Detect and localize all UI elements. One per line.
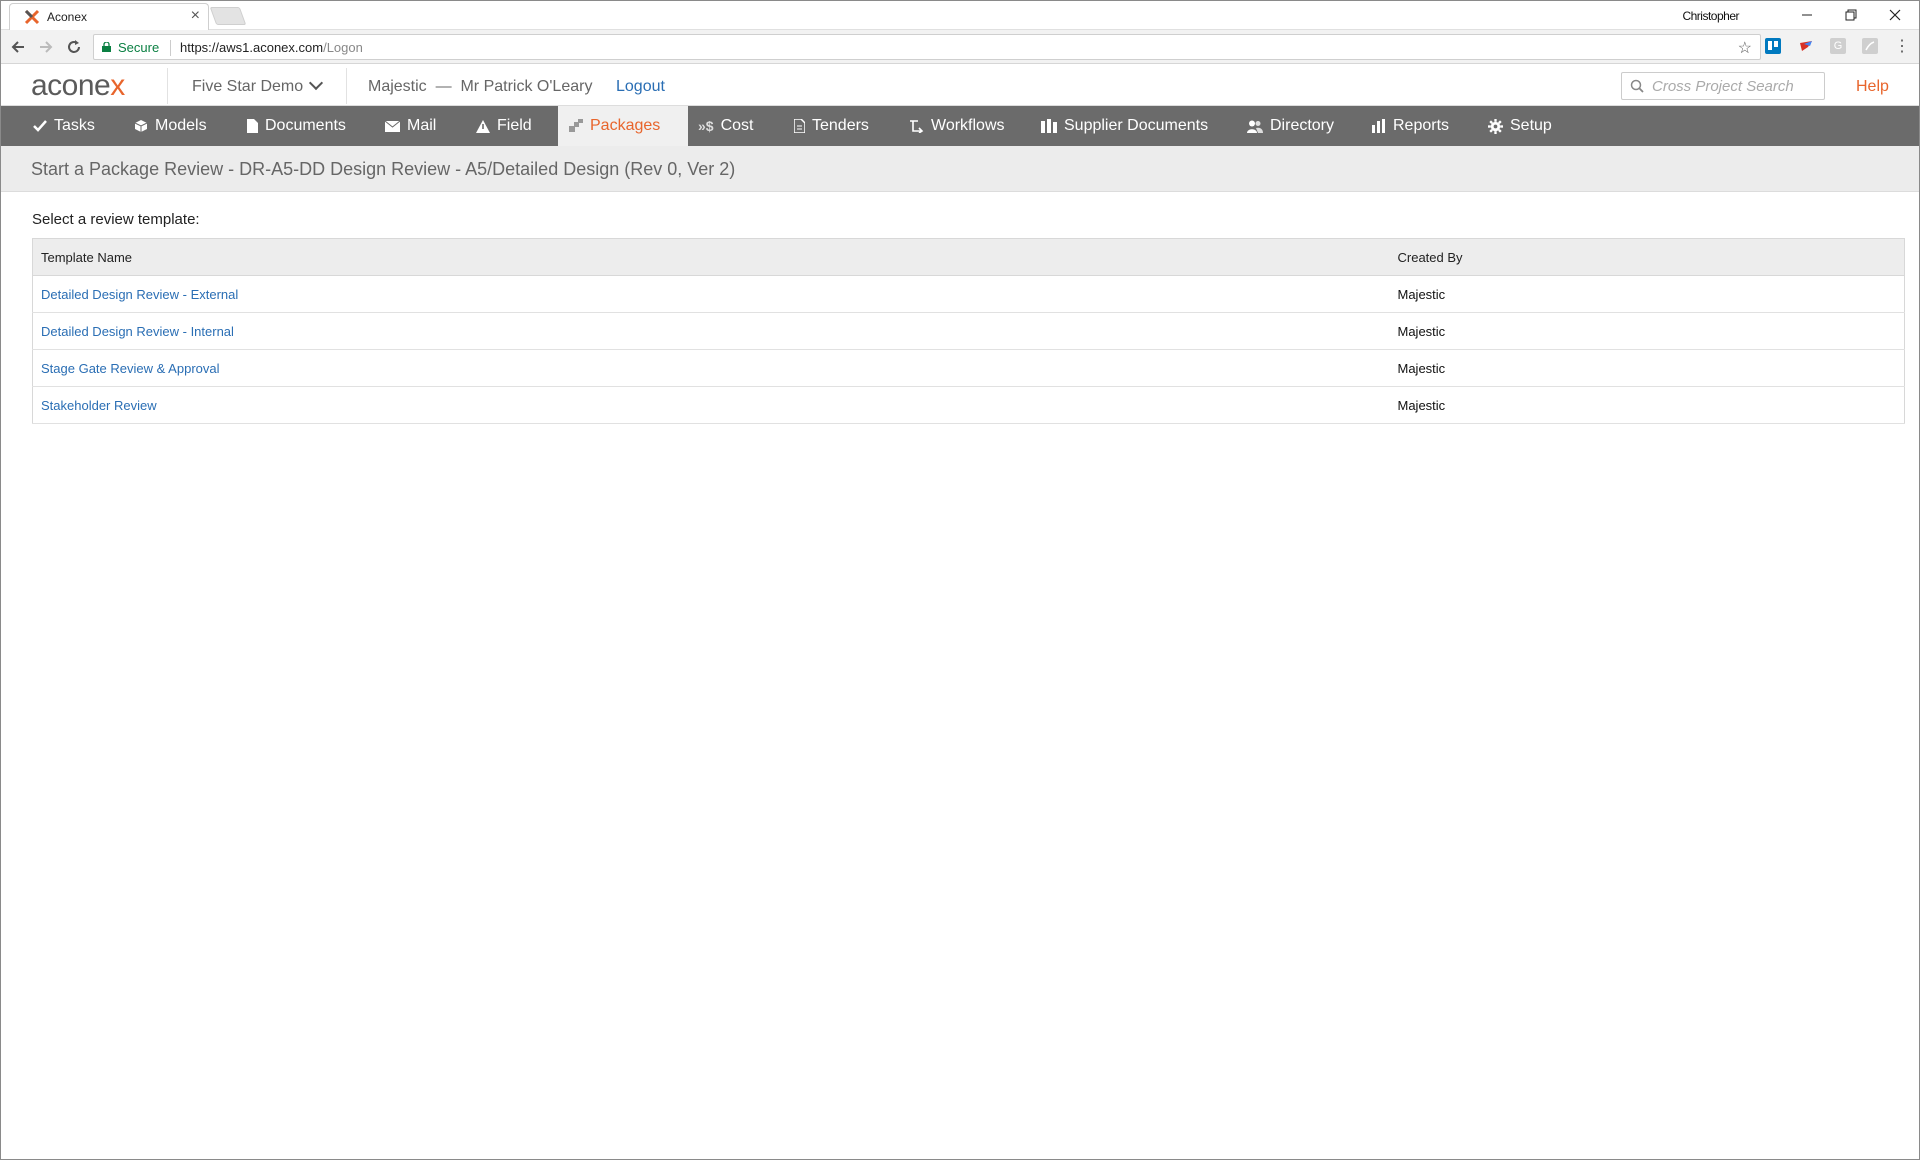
table-row: Detailed Design Review - External Majest… [32,275,1905,313]
template-name-cell: Detailed Design Review - External [32,275,1390,313]
created-by-cell: Majestic [1389,312,1905,350]
select-template-label: Select a review template: [32,211,200,228]
table-row: Detailed Design Review - Internal Majest… [32,312,1905,350]
profile-name[interactable]: Christopher [1682,9,1739,23]
tab-close-icon[interactable]: × [191,7,200,25]
nav-directory[interactable]: Directory [1247,106,1334,146]
logout-link[interactable]: Logout [616,78,665,96]
template-link[interactable]: Detailed Design Review - External [41,287,238,302]
help-link[interactable]: Help [1856,78,1889,96]
browser-window: Aconex × Christopher Secure https://aws1… [0,0,1920,1160]
created-by-cell: Majestic [1389,386,1905,424]
restore-icon[interactable] [1829,1,1873,29]
nav-models[interactable]: Models [134,106,207,146]
org-name: Majestic [368,78,427,95]
title-bar: Aconex × Christopher [1,1,1919,30]
close-icon[interactable] [1873,1,1917,29]
mail-icon [385,120,400,132]
cross-project-search[interactable] [1621,72,1825,100]
template-link[interactable]: Stakeholder Review [41,398,157,413]
nav-reports[interactable]: Reports [1372,106,1449,146]
app-header: aconex Five Star Demo Majestic — Mr Patr… [1,64,1919,106]
gear-icon [1488,118,1503,134]
template-table: Template Name Created By Detailed Design… [32,238,1905,424]
nav-tasks[interactable]: Tasks [33,106,95,146]
chevron-down-icon [309,75,324,91]
workflow-icon [909,119,924,133]
document-icon [247,119,258,133]
user-name: Mr Patrick O'Leary [460,78,593,95]
aconex-favicon-icon [24,9,40,25]
template-name-cell: Detailed Design Review - Internal [32,312,1390,350]
aconex-logo[interactable]: aconex [31,69,125,103]
reload-icon[interactable] [63,36,85,58]
nav-cost[interactable]: »$ Cost [698,106,753,146]
table-header-row: Template Name Created By [32,238,1905,276]
bookmark-star-icon[interactable]: ☆ [1738,38,1752,58]
nav-workflows[interactable]: Workflows [909,106,1005,146]
template-name-cell: Stakeholder Review [32,386,1390,424]
secure-label: Secure [118,40,160,55]
packages-icon [569,119,583,133]
lock-icon [102,42,111,52]
url-text: https://aws1.aconex.com/Logon [180,40,363,55]
search-input[interactable] [1652,76,1820,96]
minimize-icon[interactable] [1785,1,1829,29]
tender-icon [794,119,805,133]
project-selector[interactable]: Five Star Demo [192,75,324,96]
forward-arrow-icon[interactable] [35,36,57,58]
table-row: Stakeholder Review Majestic [32,386,1905,424]
page-header: Start a Package Review - DR-A5-DD Design… [1,146,1919,192]
header-divider [167,68,168,104]
header-divider [346,68,347,104]
template-link[interactable]: Detailed Design Review - Internal [41,324,234,339]
cube-icon [134,119,148,133]
org-user-info: Majestic — Mr Patrick O'Leary [368,78,593,95]
browser-menu-icon[interactable]: ⋮ [1894,36,1910,55]
new-tab-button[interactable] [209,7,247,25]
nav-supplier-documents[interactable]: Supplier Documents [1041,106,1208,146]
people-icon [1247,120,1263,133]
omnibox-divider [170,40,171,56]
supplier-icon [1041,119,1057,133]
browser-tab[interactable]: Aconex × [9,3,209,30]
pdf-extension-icon[interactable] [1862,38,1878,54]
cost-icon: »$ [698,118,714,134]
nav-field[interactable]: Field [476,106,532,146]
page-title: Start a Package Review - DR-A5-DD Design… [31,159,736,179]
address-bar: Secure https://aws1.aconex.com/Logon ☆ G… [1,30,1919,64]
bar-chart-icon [1372,119,1386,133]
table-row: Stage Gate Review & Approval Majestic [32,349,1905,387]
warning-icon [476,119,490,133]
bookmark-extension-icon[interactable] [1798,38,1814,54]
created-by-cell: Majestic [1389,275,1905,313]
check-icon [33,119,47,133]
url-field[interactable]: Secure https://aws1.aconex.com/Logon ☆ [93,34,1761,60]
template-name-cell: Stage Gate Review & Approval [32,349,1390,387]
g-extension-icon[interactable]: G [1830,38,1846,54]
nav-packages[interactable]: Packages [558,106,688,146]
nav-tenders[interactable]: Tenders [794,106,869,146]
main-nav: Tasks Models Documents Mail Field Packag… [1,106,1919,146]
template-link[interactable]: Stage Gate Review & Approval [41,361,220,376]
trello-extension-icon[interactable] [1765,38,1781,54]
tab-title: Aconex [47,10,88,24]
column-header-template-name[interactable]: Template Name [32,238,1390,276]
nav-documents[interactable]: Documents [247,106,346,146]
back-arrow-icon[interactable] [7,36,29,58]
search-icon [1630,79,1644,93]
nav-setup[interactable]: Setup [1488,106,1552,146]
column-header-created-by[interactable]: Created By [1389,238,1905,276]
nav-mail[interactable]: Mail [385,106,436,146]
created-by-cell: Majestic [1389,349,1905,387]
